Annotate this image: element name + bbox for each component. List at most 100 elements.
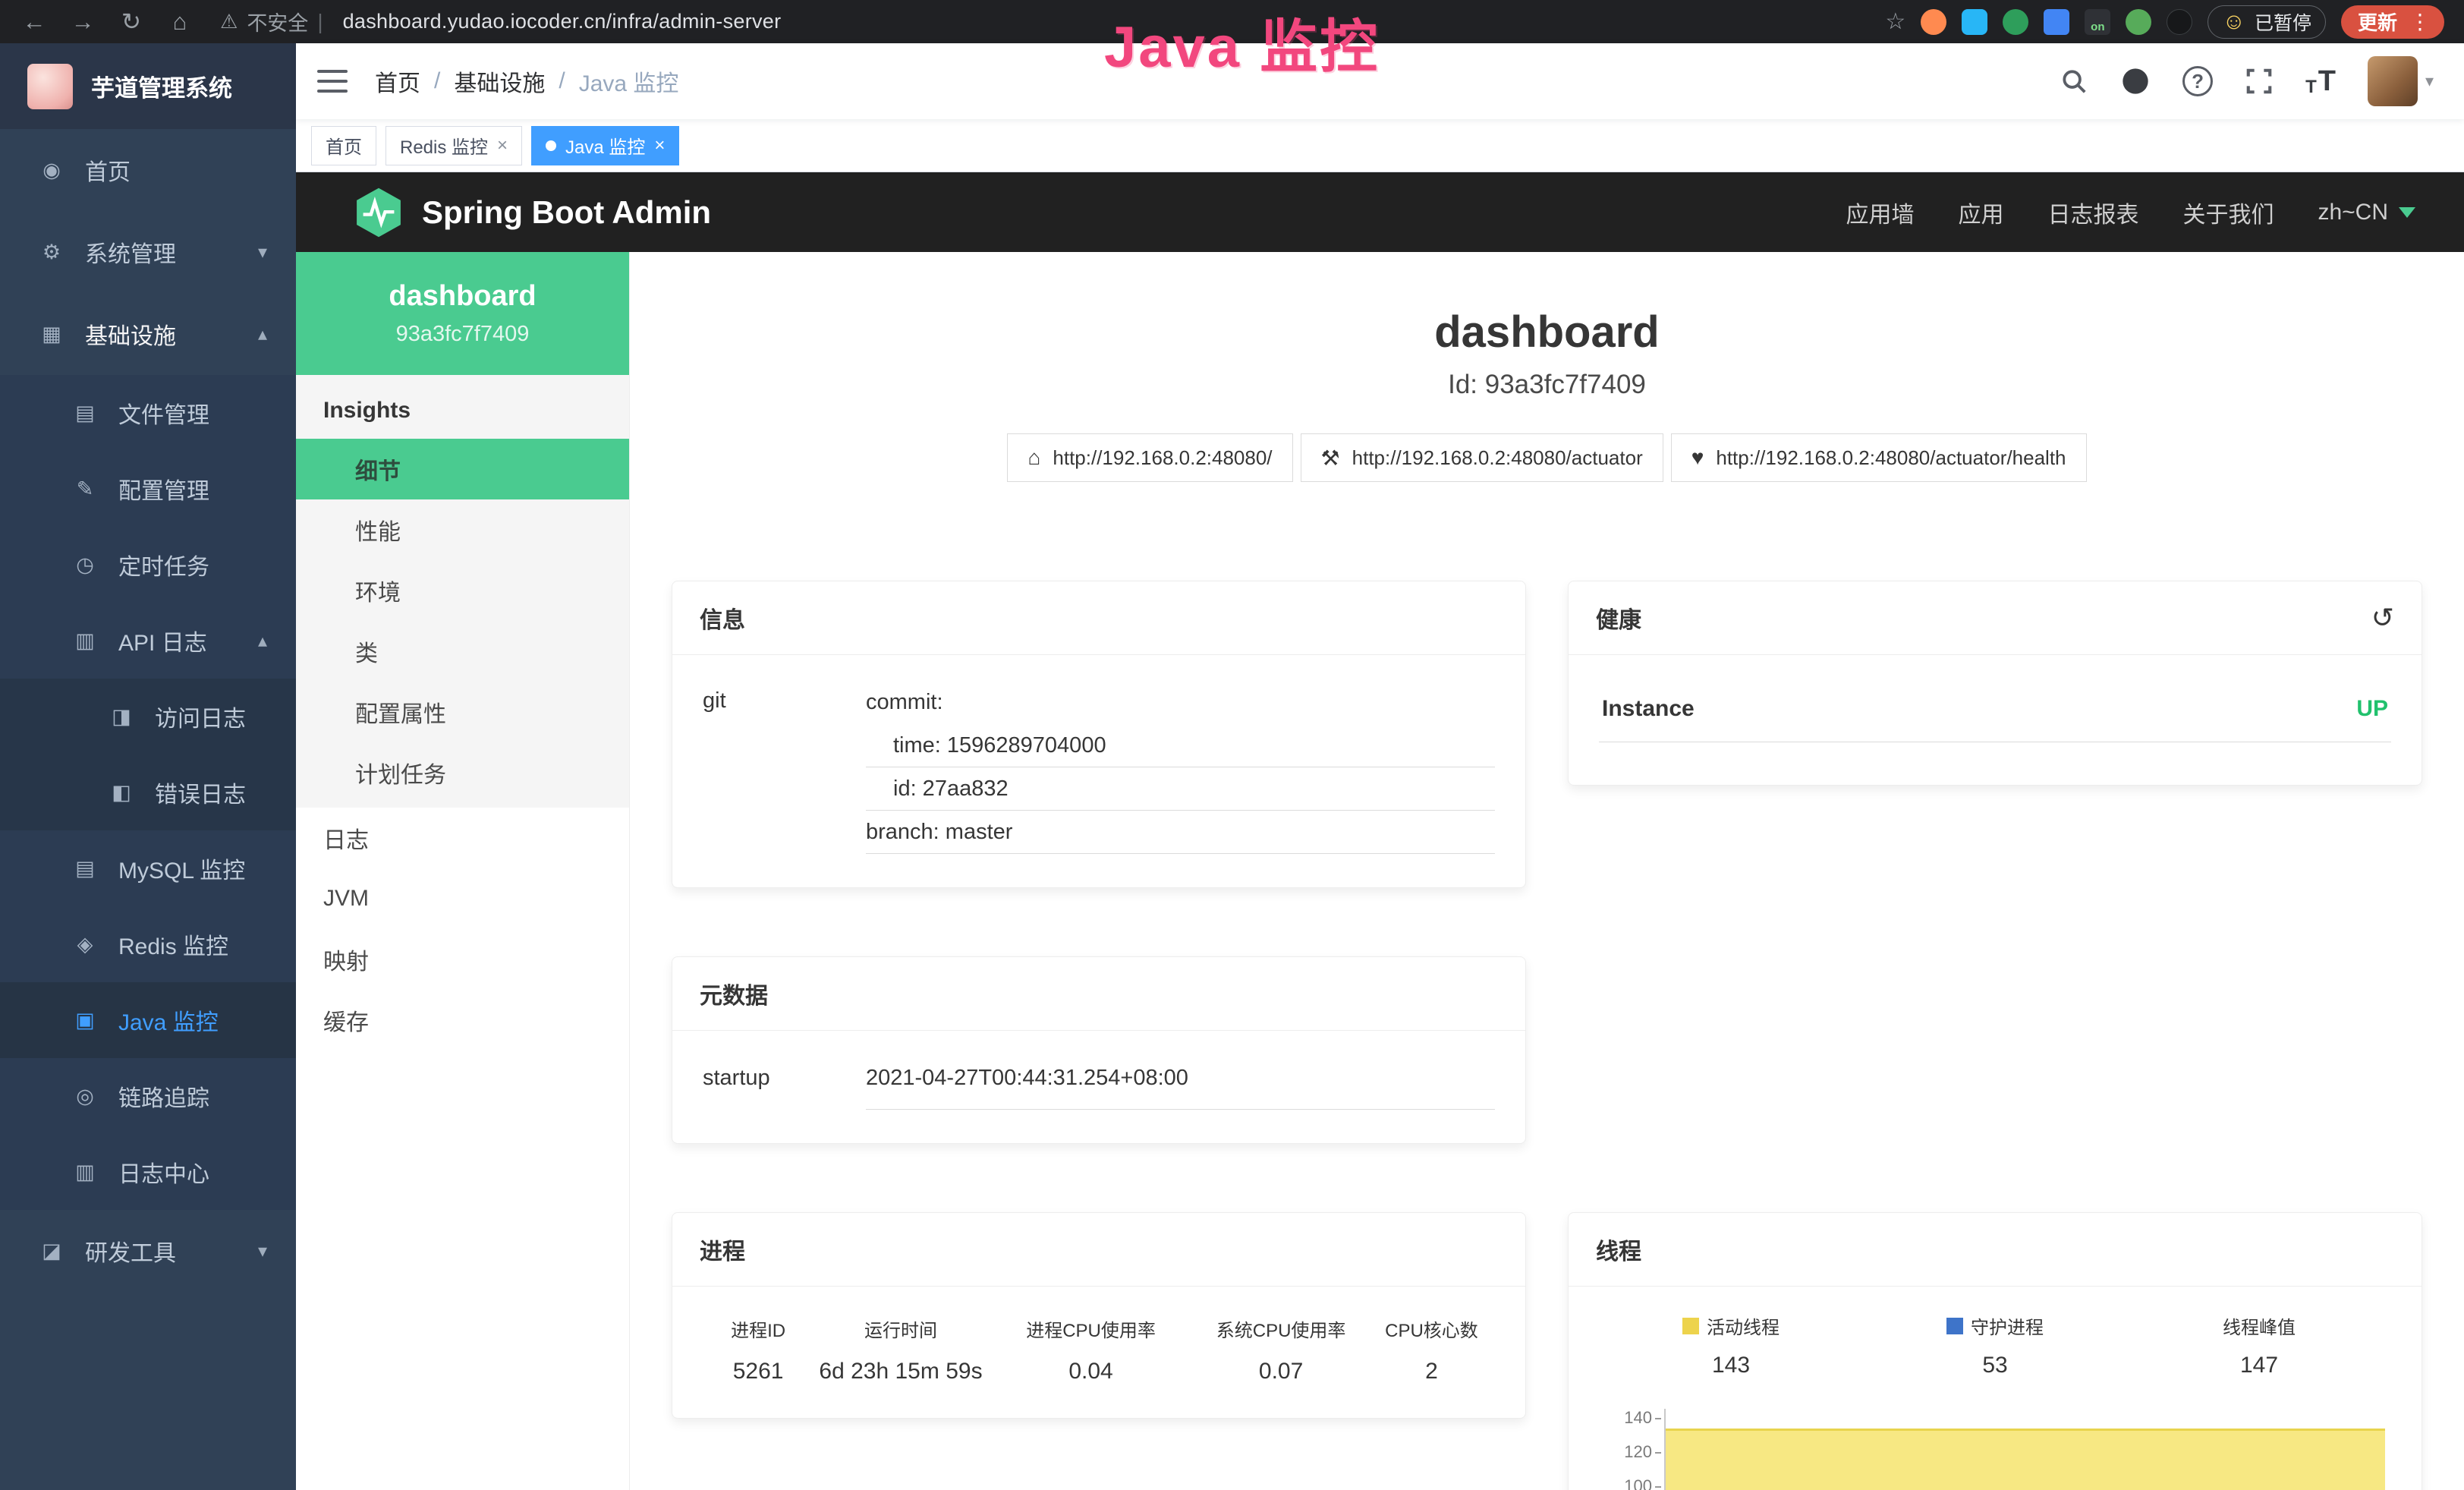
spring-boot-admin: Spring Boot Admin 应用墙 应用 日志报表 关于我们 zh~CN <box>296 172 2464 1490</box>
sidebar-item-infrastructure[interactable]: ▦ 基础设施 ▴ <box>0 293 296 375</box>
browser-home-icon[interactable]: ⌂ <box>165 8 194 36</box>
sba-language-value: zh~CN <box>2318 200 2388 225</box>
close-icon[interactable]: × <box>497 135 508 156</box>
sba-menu-mappings[interactable]: 映射 <box>296 929 629 990</box>
extension-on-badge: on <box>2085 20 2110 33</box>
stat-value: 2 <box>1425 1359 1438 1384</box>
instance-page-head: dashboard Id: 93a3fc7f7409 <box>672 307 2422 400</box>
git-commit-label: commit: <box>866 681 1495 724</box>
breadcrumb-home[interactable]: 首页 <box>375 65 420 98</box>
sba-menu-scheduled-tasks[interactable]: 计划任务 <box>296 742 629 803</box>
hamburger-icon[interactable] <box>317 70 348 93</box>
sidebar-item-label: 首页 <box>85 153 131 187</box>
health-url-link[interactable]: ♥ http://192.168.0.2:48080/actuator/heal… <box>1671 433 2087 482</box>
sidebar-item-error-logs[interactable]: ◧ 错误日志 <box>0 754 296 830</box>
chevron-up-icon: ▴ <box>258 630 267 652</box>
sba-menu-details[interactable]: 细节 <box>296 439 629 499</box>
search-icon[interactable] <box>2060 67 2088 96</box>
sba-menu-classes[interactable]: 类 <box>296 621 629 682</box>
chevron-down-icon: ▾ <box>2425 71 2434 91</box>
stat-value: 5261 <box>733 1359 784 1384</box>
tab-redis-monitor[interactable]: Redis 监控 × <box>385 126 522 165</box>
font-size-icon[interactable]: TT <box>2305 65 2336 98</box>
sba-nav-applications[interactable]: 应用 <box>1958 196 2003 229</box>
sidebar-item-access-logs[interactable]: ◨ 访问日志 <box>0 679 296 754</box>
sidebar-item-dev-tools[interactable]: ◪ 研发工具 ▾ <box>0 1210 296 1292</box>
sba-instance-header[interactable]: dashboard 93a3fc7f7409 <box>296 252 629 375</box>
spring-boot-admin-logo <box>355 187 402 238</box>
service-url-link[interactable]: ⌂ http://192.168.0.2:48080/ <box>1007 433 1292 482</box>
extension-icon[interactable] <box>2003 9 2028 35</box>
forward-icon[interactable]: → <box>68 8 97 36</box>
y-tick: 140 <box>1624 1408 1652 1428</box>
git-commit-time: time: 1596289704000 <box>866 724 1495 767</box>
close-icon[interactable]: × <box>654 135 665 156</box>
legend-label: 守护进程 <box>1971 1312 2044 1339</box>
avatar-image <box>2368 56 2418 106</box>
sidebar-item-log-center[interactable]: ▥ 日志中心 <box>0 1134 296 1210</box>
history-icon[interactable]: ↺ <box>2371 604 2394 632</box>
extension-icon[interactable] <box>1962 9 1987 35</box>
sidebar-item-java-monitor[interactable]: ▣ Java 监控 <box>0 982 296 1058</box>
sba-nav-wallboard[interactable]: 应用墙 <box>1846 196 1914 229</box>
extension-icon[interactable] <box>2167 9 2192 35</box>
browser-menu-icon[interactable]: ⋮ <box>2409 9 2431 34</box>
sidebar-item-api-logs[interactable]: ▥ API 日志 ▴ <box>0 603 296 679</box>
sidebar-item-file-management[interactable]: ▤ 文件管理 <box>0 375 296 451</box>
sidebar-item-trace[interactable]: ◎ 链路追踪 <box>0 1058 296 1134</box>
url-bar[interactable]: dashboard.yudao.iocoder.cn/infra/admin-s… <box>343 10 782 33</box>
tab-java-monitor[interactable]: Java 监控 × <box>531 126 679 165</box>
sidebar-item-mysql-monitor[interactable]: ▤ MySQL 监控 <box>0 830 296 906</box>
actuator-url-link[interactable]: ⚒ http://192.168.0.2:48080/actuator <box>1301 433 1663 482</box>
sba-menu-jvm[interactable]: JVM <box>296 868 629 929</box>
sba-menu-caches[interactable]: 缓存 <box>296 990 629 1051</box>
breadcrumb-separator: / <box>434 68 440 94</box>
screen: Java 监控 ← → ↻ ⌂ ⚠ 不安全 | dashboard.yudao.… <box>0 0 2464 1490</box>
sba-menu-performance[interactable]: 性能 <box>296 499 629 560</box>
extension-icon[interactable] <box>1921 9 1946 35</box>
sba-menu-logs[interactable]: 日志 <box>296 808 629 868</box>
stat-label: 运行时间 <box>864 1315 937 1342</box>
app-shell: 芋道管理系统 ◉ 首页 ⚙ 系统管理 ▾ ▦ 基础设施 ▴ ▤ <box>0 43 2464 1490</box>
health-instance-row[interactable]: Instance UP <box>1599 691 2391 742</box>
extension-icon[interactable] <box>2126 9 2151 35</box>
stat-label: 系统CPU使用率 <box>1216 1315 1346 1342</box>
sidebar-item-redis-monitor[interactable]: ◈ Redis 监控 <box>0 906 296 982</box>
chrome-update-button[interactable]: 更新 ⋮ <box>2341 5 2444 39</box>
fullscreen-icon[interactable] <box>2245 67 2274 96</box>
sidebar-item-system-management[interactable]: ⚙ 系统管理 ▾ <box>0 211 296 293</box>
url-divider: | <box>317 10 323 34</box>
sidebar-item-label: 研发工具 <box>85 1234 176 1268</box>
profile-paused-badge[interactable]: ☺ 已暂停 <box>2208 5 2326 39</box>
extension-icon[interactable] <box>2044 9 2069 35</box>
sba-menu-config-props[interactable]: 配置属性 <box>296 682 629 742</box>
tab-home[interactable]: 首页 <box>311 126 376 165</box>
breadcrumb-infrastructure[interactable]: 基础设施 <box>454 65 545 98</box>
legend-value: 147 <box>2240 1353 2278 1378</box>
main-column: 首页 / 基础设施 / Java 监控 ? <box>296 43 2464 1490</box>
sba-language-select[interactable]: zh~CN <box>2318 200 2415 225</box>
stat-value: 0.04 <box>1068 1359 1112 1384</box>
sidebar-item-scheduled-tasks[interactable]: ◷ 定时任务 <box>0 527 296 603</box>
tags-view: 首页 Redis 监控 × Java 监控 × <box>296 119 2464 172</box>
sidebar-item-home[interactable]: ◉ 首页 <box>0 129 296 211</box>
sba-navbar: Spring Boot Admin 应用墙 应用 日志报表 关于我们 zh~CN <box>296 172 2464 252</box>
bookmark-star-icon[interactable]: ☆ <box>1885 8 1905 35</box>
app-logo[interactable]: 芋道管理系统 <box>0 43 296 129</box>
tab-label: Java 监控 <box>565 132 645 159</box>
sba-nav-about[interactable]: 关于我们 <box>2182 196 2274 229</box>
sba-brand-title: Spring Boot Admin <box>422 194 711 231</box>
sba-nav-journal[interactable]: 日志报表 <box>2047 196 2138 229</box>
navbar-actions: ? TT ▾ <box>2060 56 2434 106</box>
user-avatar[interactable]: ▾ <box>2368 56 2434 106</box>
github-icon[interactable] <box>2120 66 2151 96</box>
back-icon[interactable]: ← <box>20 8 49 36</box>
sba-menu-environment[interactable]: 环境 <box>296 560 629 621</box>
font-size-small: T <box>2305 77 2317 98</box>
help-icon[interactable]: ? <box>2182 66 2213 96</box>
reload-icon[interactable]: ↻ <box>117 8 146 36</box>
sba-brand[interactable]: Spring Boot Admin <box>355 187 711 238</box>
extension-icon[interactable]: on <box>2085 9 2110 35</box>
sidebar-item-config-management[interactable]: ✎ 配置管理 <box>0 451 296 527</box>
security-indicator[interactable]: ⚠ 不安全 | <box>220 7 323 36</box>
